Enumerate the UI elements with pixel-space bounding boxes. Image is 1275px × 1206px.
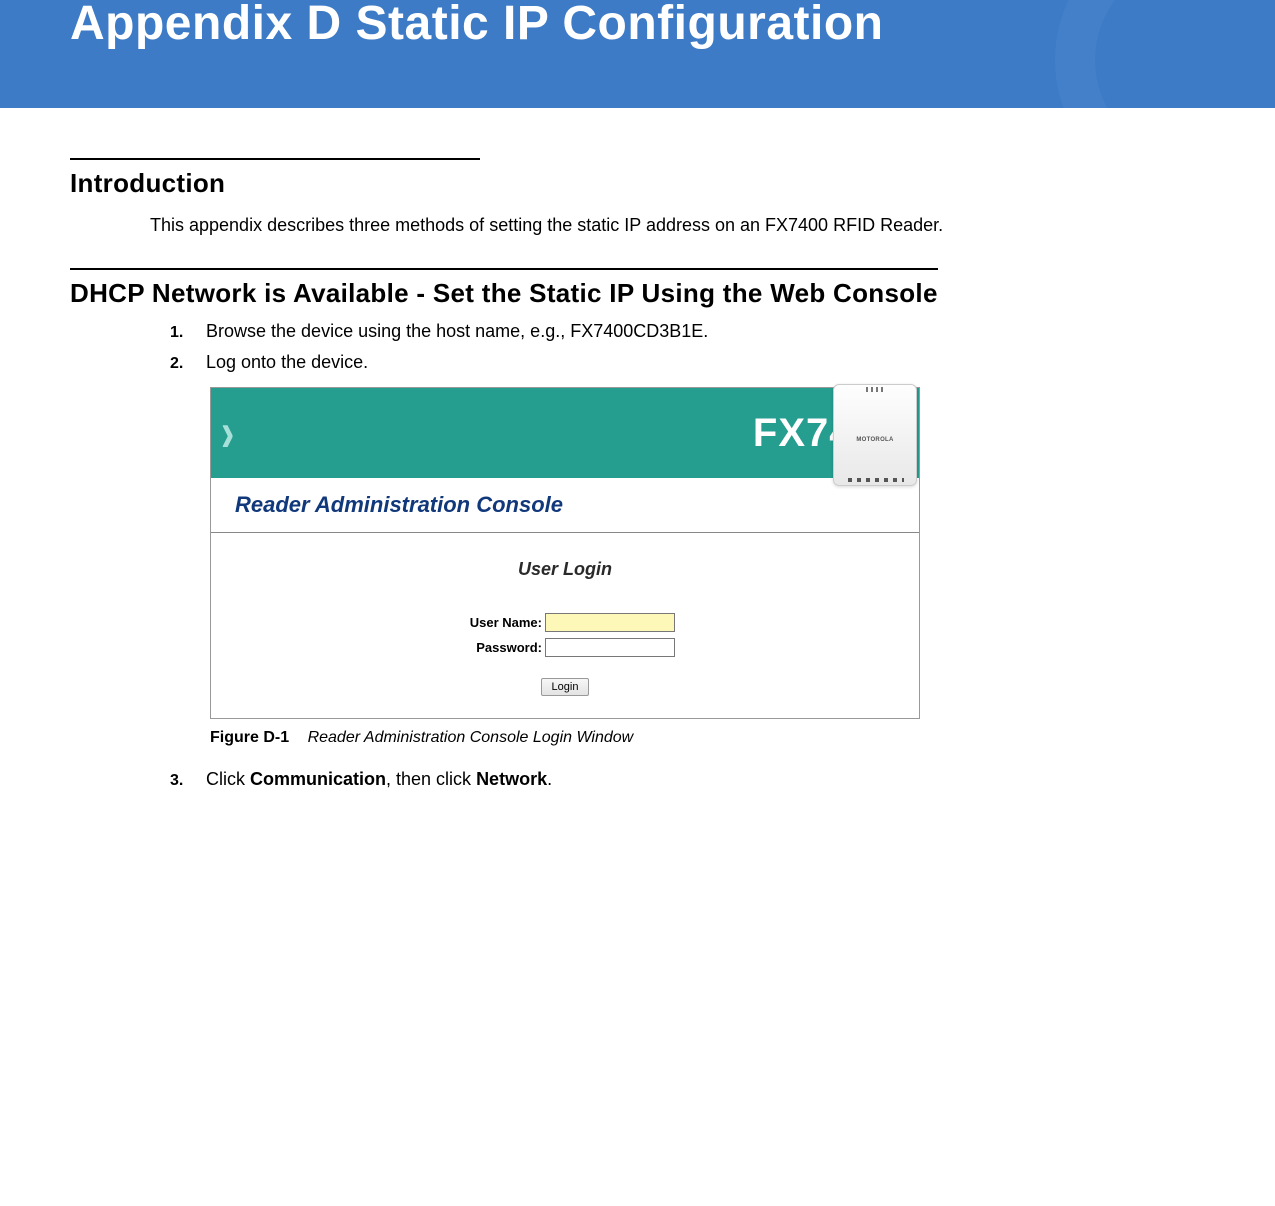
username-input[interactable] <box>545 613 675 632</box>
step-bold-communication: Communication <box>250 769 386 789</box>
step-text-suffix: . <box>547 769 552 789</box>
step-text-mid: , then click <box>386 769 476 789</box>
figure-caption-text: Reader Administration Console Login Wind… <box>308 729 634 746</box>
step-3: 3. Click Communication, then click Netwo… <box>170 769 1205 790</box>
password-input[interactable] <box>545 638 675 657</box>
figure-caption-number: Figure D-1 <box>210 729 289 746</box>
step-text-prefix: Click <box>206 769 250 789</box>
chevron-right-icon: › <box>221 402 234 465</box>
login-button[interactable]: Login <box>541 678 590 696</box>
login-heading: User Login <box>518 559 612 580</box>
page-banner: Appendix D Static IP Configuration <box>0 0 1275 108</box>
step-number: 2. <box>170 355 196 373</box>
password-row: Password: <box>455 638 675 657</box>
password-label: Password: <box>455 640 545 655</box>
step-number: 3. <box>170 772 196 790</box>
heading-dhcp: DHCP Network is Available - Set the Stat… <box>70 268 938 309</box>
banner-decoration <box>1055 0 1275 108</box>
page-content: Introduction This appendix describes thr… <box>0 108 1275 840</box>
step-bold-network: Network <box>476 769 547 789</box>
device-image: MOTOROLA <box>833 384 917 486</box>
step-text: Log onto the device. <box>206 352 1205 373</box>
figure-login-window: › FX7400 MOTOROLA Reader Administration … <box>210 387 920 719</box>
figure-container: › FX7400 MOTOROLA Reader Administration … <box>210 387 920 719</box>
login-area: User Login User Name: Password: Login <box>211 533 919 718</box>
step-1: 1. Browse the device using the host name… <box>170 321 1205 342</box>
introduction-text: This appendix describes three methods of… <box>150 213 1205 238</box>
step-number: 1. <box>170 324 196 342</box>
username-row: User Name: <box>455 613 675 632</box>
device-brand-label: MOTOROLA <box>844 437 906 443</box>
step-text: Browse the device using the host name, e… <box>206 321 1205 342</box>
step-2: 2. Log onto the device. <box>170 352 1205 373</box>
step-text: Click Communication, then click Network. <box>206 769 1205 790</box>
figure-subtitle: Reader Administration Console <box>211 478 919 533</box>
heading-introduction: Introduction <box>70 158 480 199</box>
username-label: User Name: <box>455 615 545 630</box>
figure-header: › FX7400 MOTOROLA <box>211 388 919 478</box>
figure-caption: Figure D-1 Reader Administration Console… <box>210 729 1205 747</box>
